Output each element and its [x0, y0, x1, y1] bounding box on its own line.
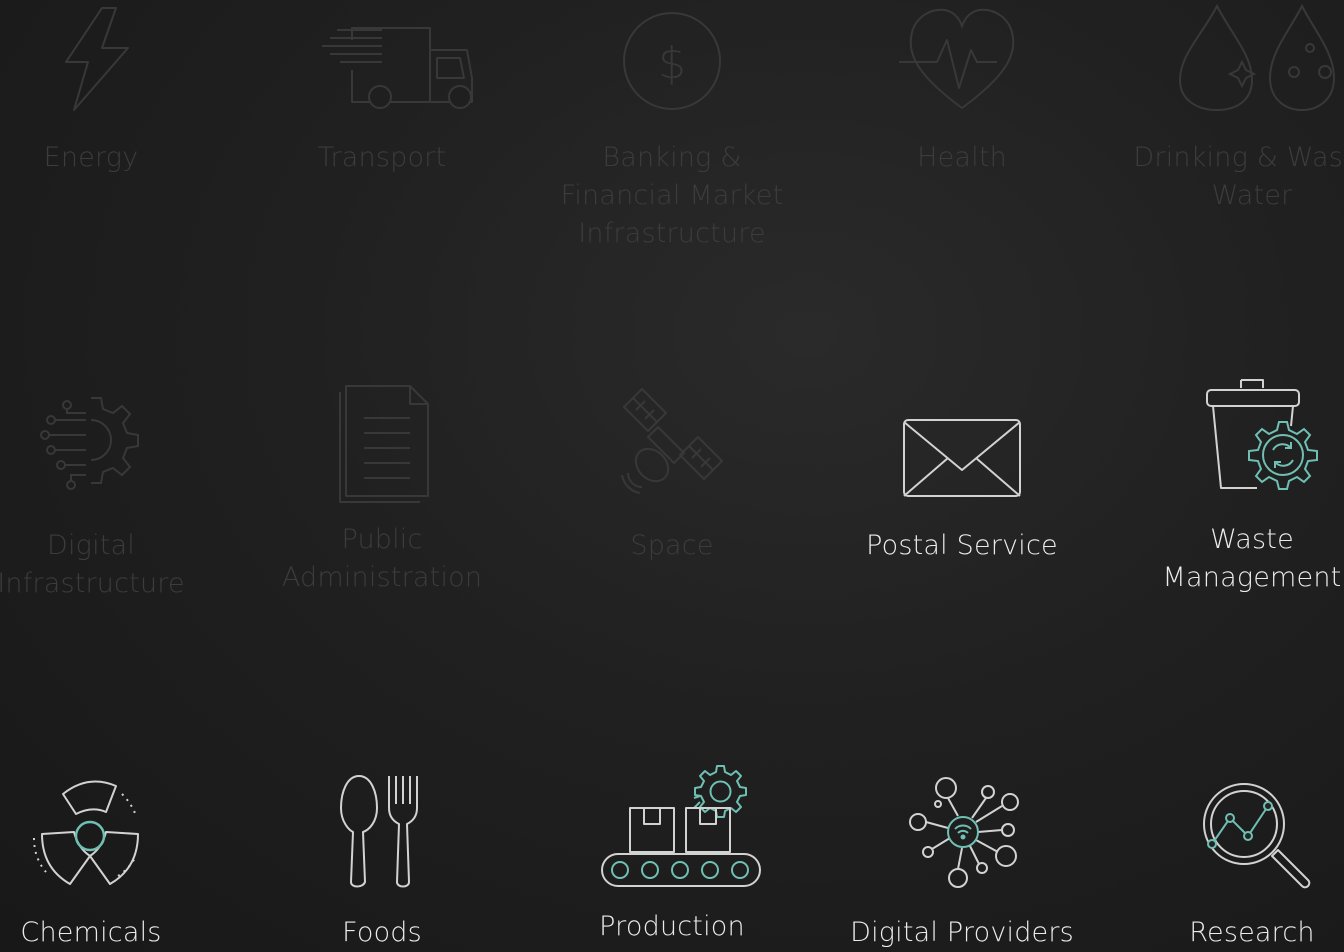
conveyor-belt-icon — [601, 765, 761, 887]
sector-label: Digital Infrastructure — [0, 530, 185, 599]
sector-waste-management: Waste Management — [1132, 378, 1344, 597]
sector-energy: Energy — [0, 0, 211, 177]
spoon-fork-icon — [340, 775, 418, 888]
sector-label: Public Administration — [281, 524, 483, 593]
satellite-icon — [621, 388, 723, 494]
document-icon — [339, 385, 429, 503]
sector-postal-service: Postal Service — [842, 385, 1082, 565]
sector-label: Chemicals — [20, 917, 162, 948]
sector-label: Postal Service — [866, 530, 1058, 561]
magnifier-chart-icon — [1203, 783, 1311, 889]
sector-transport: Transport — [262, 0, 502, 177]
svg-text:$: $ — [658, 38, 686, 89]
dollar-coin-icon: $ — [623, 12, 721, 110]
sector-banking: $ Banking & Financial Market Infrastruct… — [552, 0, 792, 253]
sector-research: Research — [1132, 772, 1344, 952]
sector-digital-infrastructure: Digital Infrastructure — [0, 385, 211, 603]
circuit-gear-icon — [40, 397, 139, 490]
sector-label: Digital Providers — [850, 917, 1074, 948]
sector-digital-providers: Digital Providers — [842, 772, 1082, 952]
sector-label: Production — [599, 911, 745, 942]
sector-water: Drinking & Waste Water — [1132, 0, 1344, 215]
lightning-bolt-icon — [65, 7, 129, 111]
heartbeat-icon — [899, 8, 1015, 110]
sector-label: Space — [630, 530, 714, 561]
sector-public-administration: Public Administration — [262, 378, 502, 597]
sector-label: Transport — [317, 142, 447, 173]
recycling-bin-icon — [1206, 379, 1318, 490]
sector-label: Banking & Financial Market Infrastructur… — [560, 142, 784, 249]
sector-label: Foods — [342, 917, 422, 948]
water-drops-icon — [1178, 3, 1336, 112]
network-hub-icon — [909, 777, 1019, 888]
sector-label: Energy — [43, 142, 139, 173]
sector-foods: Foods — [262, 772, 502, 952]
envelope-icon — [903, 419, 1021, 497]
sector-chemicals: Chemicals — [0, 772, 211, 952]
sector-space: Space — [552, 385, 792, 565]
sector-label: Health — [917, 142, 1007, 173]
sector-label: Waste Management — [1162, 524, 1342, 593]
delivery-truck-icon — [322, 27, 473, 109]
sector-label: Research — [1189, 917, 1315, 948]
sector-production: Production — [552, 762, 792, 946]
radiation-icon — [33, 780, 139, 885]
sector-health: Health — [842, 0, 1082, 177]
sector-label: Drinking & Waste Water — [1133, 142, 1344, 211]
